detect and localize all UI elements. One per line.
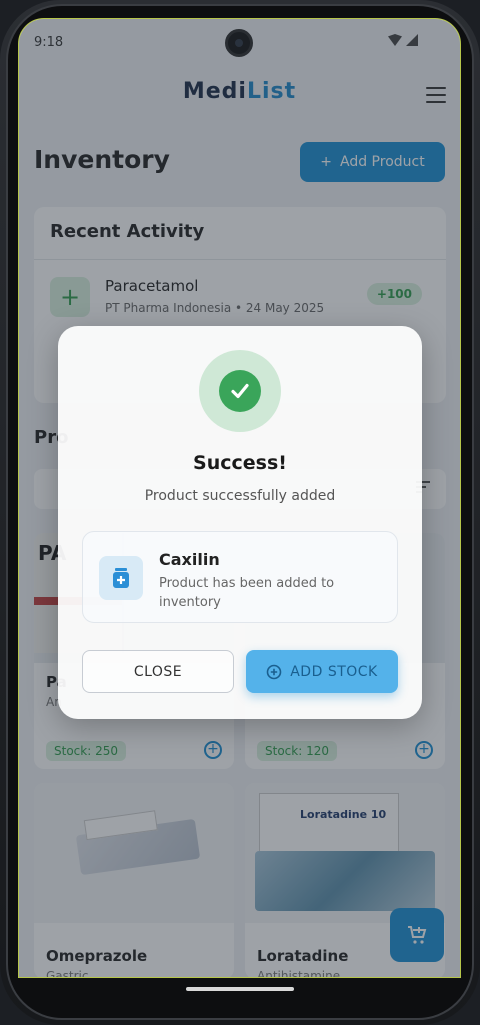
- add-stock-button[interactable]: ADD STOCK: [246, 650, 398, 693]
- success-dialog: Success! Product successfully added Caxi…: [58, 326, 422, 719]
- plus-circle-icon: [266, 664, 282, 679]
- dialog-subtitle: Product successfully added: [144, 488, 336, 504]
- added-product-desc: Product has been added to inventory: [159, 576, 335, 610]
- add-stock-label: ADD STOCK: [290, 663, 378, 680]
- gesture-nav-bar[interactable]: [186, 987, 294, 991]
- phone-frame: 9:18 MediList Inventory + Add Product Re…: [0, 0, 480, 1025]
- app-screen: 9:18 MediList Inventory + Add Product Re…: [18, 18, 461, 978]
- added-product-name: Caxilin: [159, 550, 220, 569]
- check-icon: [219, 370, 261, 412]
- close-button[interactable]: CLOSE: [82, 650, 234, 693]
- added-product-info: Caxilin Product has been added to invent…: [82, 531, 398, 623]
- success-badge: [199, 350, 281, 432]
- medicine-bottle-icon: [99, 556, 143, 600]
- dialog-title: Success!: [193, 452, 287, 474]
